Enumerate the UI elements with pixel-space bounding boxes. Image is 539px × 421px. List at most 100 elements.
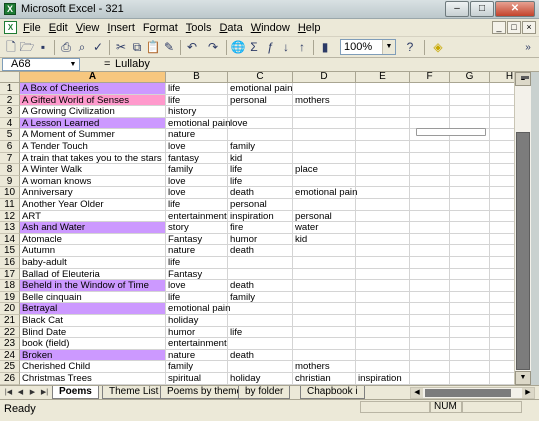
format-painter-icon[interactable]: ✎: [161, 40, 177, 55]
print-preview-icon[interactable]: ⌕: [74, 40, 90, 55]
cell-g[interactable]: [450, 349, 490, 362]
row-header[interactable]: 5: [0, 129, 20, 141]
cell-g[interactable]: [450, 315, 490, 327]
cell-f[interactable]: [410, 233, 450, 246]
cell-c[interactable]: inspiration: [228, 210, 293, 223]
cell-b[interactable]: life: [166, 199, 228, 211]
cell-f[interactable]: [410, 141, 450, 153]
scroll-right-icon[interactable]: ▶: [522, 388, 534, 398]
chevron-down-icon[interactable]: ▼: [67, 59, 79, 70]
cell-e[interactable]: [356, 83, 410, 95]
menu-view[interactable]: View: [76, 22, 100, 34]
menu-help[interactable]: Help: [298, 22, 321, 34]
cell-f[interactable]: [410, 187, 450, 199]
sort-descending-icon[interactable]: ↑: [294, 40, 310, 55]
cell-a[interactable]: A Lesson Learned: [20, 117, 166, 130]
cell-a[interactable]: Blind Date: [20, 326, 166, 339]
row-header[interactable]: 1: [0, 83, 20, 95]
cell-b[interactable]: love: [166, 175, 228, 188]
cell-d[interactable]: [293, 268, 356, 281]
cell-d[interactable]: [293, 152, 356, 165]
cell-c[interactable]: [228, 106, 293, 118]
cell-f[interactable]: [410, 83, 450, 95]
row-header[interactable]: 19: [0, 291, 20, 304]
cell-d[interactable]: mothers: [293, 94, 356, 107]
cell-d[interactable]: [293, 245, 356, 257]
row-header[interactable]: 10: [0, 187, 20, 199]
cell-g[interactable]: [450, 373, 490, 385]
cell-c[interactable]: death: [228, 349, 293, 362]
cell-a[interactable]: A train that takes you to the stars: [20, 152, 166, 165]
row-header[interactable]: 9: [0, 175, 20, 188]
maximize-button[interactable]: □: [470, 1, 494, 17]
cell-g[interactable]: [450, 245, 490, 257]
cell-b[interactable]: nature: [166, 245, 228, 257]
scroll-up-icon[interactable]: ▲: [515, 72, 531, 86]
column-header-a[interactable]: A: [20, 72, 166, 83]
cell-b[interactable]: Fantasy: [166, 268, 228, 281]
row-header[interactable]: 2: [0, 94, 20, 107]
cell-g[interactable]: [450, 106, 490, 118]
cell-f[interactable]: [410, 245, 450, 257]
cell-d[interactable]: [293, 291, 356, 304]
column-header-c[interactable]: C: [228, 72, 293, 83]
cell-f[interactable]: [410, 164, 450, 176]
workbook-icon[interactable]: X: [4, 21, 17, 34]
cell-c[interactable]: family: [228, 141, 293, 153]
scroll-left-icon[interactable]: ◀: [411, 388, 423, 398]
row-header[interactable]: 3: [0, 106, 20, 118]
cell-b[interactable]: nature: [166, 129, 228, 141]
cell-e[interactable]: [356, 210, 410, 223]
column-header-g[interactable]: G: [450, 72, 490, 83]
cell-f[interactable]: [410, 268, 450, 281]
cell-b[interactable]: spiritual: [166, 373, 228, 385]
row-header[interactable]: 13: [0, 222, 20, 234]
cell-d[interactable]: emotional pain: [293, 187, 357, 199]
horizontal-scrollbar[interactable]: ◀ ▶: [410, 387, 535, 399]
cell-b[interactable]: life: [166, 83, 228, 95]
cell-g[interactable]: [450, 141, 490, 153]
cell-d[interactable]: [293, 199, 356, 211]
cell-b[interactable]: love: [166, 141, 228, 153]
cell-c[interactable]: humor: [228, 233, 293, 246]
undo-icon[interactable]: ↶: [184, 40, 200, 55]
cell-f[interactable]: [410, 361, 450, 373]
cell-g[interactable]: [450, 164, 490, 176]
column-header-e[interactable]: E: [356, 72, 410, 83]
cell-e[interactable]: inspiration: [356, 373, 410, 385]
cell-a[interactable]: Christmas Trees: [20, 373, 166, 385]
cell-h[interactable]: [490, 303, 514, 315]
cell-f[interactable]: [410, 349, 450, 362]
cell-d[interactable]: place: [293, 164, 356, 176]
minimize-button[interactable]: –: [445, 1, 469, 17]
sheet-tab[interactable]: Theme List: [102, 386, 166, 399]
cell-a[interactable]: book (field): [20, 338, 166, 350]
chart-wizard-icon[interactable]: ▮: [317, 40, 333, 55]
cell-d[interactable]: [293, 175, 356, 188]
cell-b[interactable]: life: [166, 291, 228, 304]
cell-e[interactable]: [356, 141, 410, 153]
row-header[interactable]: 15: [0, 245, 20, 257]
cell-d[interactable]: [293, 83, 356, 95]
cell-c[interactable]: death: [228, 245, 293, 257]
cell-c[interactable]: personal: [228, 94, 293, 107]
cell-h[interactable]: [490, 164, 514, 176]
cell-f[interactable]: [410, 303, 450, 315]
save-icon[interactable]: ▪: [35, 40, 51, 55]
column-header-d[interactable]: D: [293, 72, 356, 83]
cell-h[interactable]: [490, 153, 514, 165]
cell-e[interactable]: [356, 361, 410, 373]
cell-g[interactable]: [450, 280, 490, 292]
formula-input[interactable]: Lullaby: [115, 58, 150, 70]
cell-b[interactable]: love: [166, 187, 228, 199]
function-icon[interactable]: ƒ: [262, 40, 278, 55]
cell-f[interactable]: [410, 210, 450, 223]
cell-e[interactable]: [356, 268, 410, 281]
cell-d[interactable]: [293, 338, 356, 350]
spelling-icon[interactable]: ✓: [90, 40, 106, 55]
cell-f[interactable]: [410, 152, 450, 165]
workbook-minimize-button[interactable]: _: [492, 21, 506, 34]
cell-a[interactable]: baby-adult: [20, 257, 166, 269]
cell-d[interactable]: [293, 326, 356, 339]
split-handle[interactable]: [521, 76, 529, 79]
